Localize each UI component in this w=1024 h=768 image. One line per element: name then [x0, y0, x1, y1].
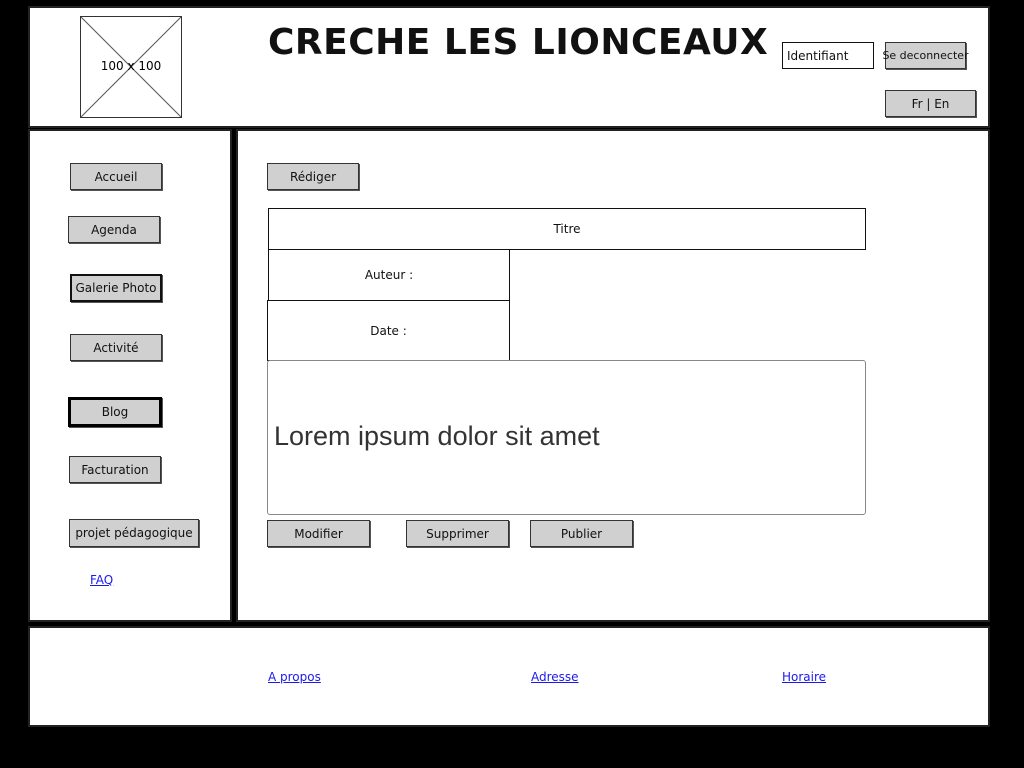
publish-button[interactable]: Publier — [530, 520, 633, 547]
write-button[interactable]: Rédiger — [267, 163, 359, 190]
delete-button[interactable]: Supprimer — [406, 520, 509, 547]
logo-placeholder-label: 100 x 100 — [100, 59, 162, 73]
sidebar-item-projet-pedagogique[interactable]: projet pédagogique — [69, 519, 199, 547]
main-content: Rédiger Titre Auteur : Date : Lorem ipsu… — [236, 129, 990, 622]
sidebar: Accueil Agenda Galerie Photo Activité Bl… — [28, 129, 232, 622]
footer: A propos Adresse Horaire — [28, 626, 990, 727]
hours-link[interactable]: Horaire — [782, 670, 826, 684]
language-toggle[interactable]: Fr | En — [885, 90, 976, 117]
sidebar-item-facturation[interactable]: Facturation — [69, 456, 161, 483]
logo-placeholder: 100 x 100 — [80, 16, 182, 118]
modify-button[interactable]: Modifier — [267, 520, 370, 547]
author-field[interactable]: Auteur : — [268, 249, 510, 301]
body-text: Lorem ipsum dolor sit amet — [274, 421, 600, 451]
logout-button[interactable]: Se deconnecter — [882, 42, 969, 69]
site-title: CRECHE LES LIONCEAUX — [268, 22, 769, 63]
sidebar-item-blog[interactable]: Blog — [68, 397, 162, 427]
sidebar-item-accueil[interactable]: Accueil — [70, 163, 162, 190]
date-field[interactable]: Date : — [267, 300, 510, 361]
faq-link[interactable]: FAQ — [90, 573, 113, 587]
login-field[interactable]: Identifiant — [782, 42, 874, 69]
sidebar-item-activite[interactable]: Activité — [70, 334, 162, 361]
title-field[interactable]: Titre — [268, 208, 866, 250]
address-link[interactable]: Adresse — [531, 670, 579, 684]
about-link[interactable]: A propos — [268, 670, 321, 684]
header: 100 x 100 CRECHE LES LIONCEAUX Identifia… — [28, 6, 990, 128]
sidebar-item-galerie-photo[interactable]: Galerie Photo — [70, 274, 162, 302]
sidebar-item-agenda[interactable]: Agenda — [68, 216, 160, 243]
body-editor[interactable]: Lorem ipsum dolor sit amet — [267, 360, 866, 515]
